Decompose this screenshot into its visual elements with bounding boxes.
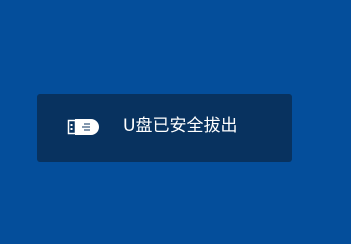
usb-eject-notification: U盘已安全拔出 [37, 94, 292, 162]
usb-drive-icon [67, 115, 101, 139]
notification-message: U盘已安全拔出 [123, 116, 238, 136]
